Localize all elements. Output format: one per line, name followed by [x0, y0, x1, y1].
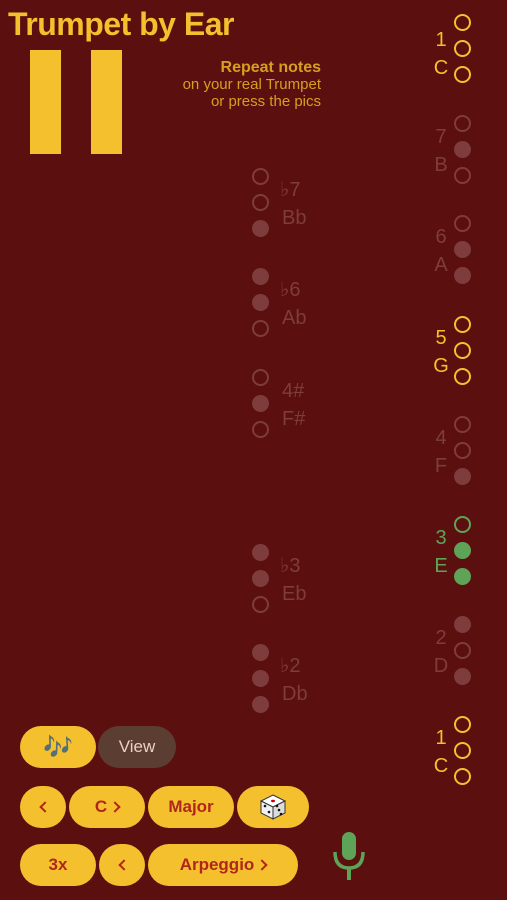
dice-icon	[259, 794, 287, 820]
valve-2	[454, 442, 471, 459]
chevron-left-icon	[118, 859, 130, 871]
note-degree: 5	[435, 327, 447, 349]
valve-3	[252, 421, 269, 438]
app-title: Trumpet by Ear	[8, 6, 234, 42]
microphone-icon[interactable]	[330, 830, 368, 882]
note-degree: 2	[435, 627, 447, 649]
valve-1	[454, 616, 471, 633]
valve-3	[454, 167, 471, 184]
note-degree: 4	[435, 427, 447, 449]
note-name: Db	[282, 683, 308, 705]
repeat-button[interactable]: 3x	[20, 844, 96, 886]
valve-1	[454, 316, 471, 333]
valve-3	[454, 368, 471, 385]
key-button[interactable]: C	[69, 786, 145, 828]
note-name: F#	[282, 408, 306, 430]
instruction-line-1: on your real Trumpet	[182, 76, 321, 93]
notes-button[interactable]: 🎶	[20, 726, 96, 768]
mode-label: Arpeggio	[179, 855, 255, 874]
note-degree: 4#	[282, 380, 305, 402]
note-degree: ♭7	[280, 179, 301, 201]
valve-3	[454, 66, 471, 83]
note-degree: ♭2	[280, 655, 301, 677]
note-degree: ♭6	[280, 279, 301, 301]
valve-3	[454, 468, 471, 485]
note-name: Ab	[282, 307, 307, 329]
note-name: F	[434, 455, 448, 477]
valve-2	[454, 241, 471, 258]
random-button[interactable]	[237, 786, 309, 828]
note-degree: 1	[435, 29, 447, 51]
valve-1	[252, 544, 269, 561]
music-notes-icon: 🎶	[43, 733, 73, 761]
valve-1	[454, 115, 471, 132]
valve-2	[252, 194, 269, 211]
valve-3	[252, 220, 269, 237]
repeat-label: 3x	[48, 855, 68, 874]
valve-1	[454, 516, 471, 533]
note-degree: 1	[435, 727, 447, 749]
valve-3	[252, 596, 269, 613]
valve-2	[454, 642, 471, 659]
valve-1	[454, 215, 471, 232]
chevron-right-icon	[109, 801, 121, 813]
note-name: G	[433, 355, 449, 377]
note-degree: ♭3	[280, 555, 301, 577]
valve-3	[454, 267, 471, 284]
key-prev-button[interactable]	[20, 786, 66, 828]
valve-2	[252, 395, 269, 412]
chevron-left-icon	[39, 801, 51, 813]
pause-button[interactable]	[30, 50, 122, 154]
valve-3	[252, 320, 269, 337]
view-label: View	[118, 737, 156, 756]
note-name: Eb	[282, 583, 307, 605]
mode-button[interactable]: Arpeggio	[148, 844, 298, 886]
valve-2	[454, 40, 471, 57]
scale-button[interactable]: Major	[148, 786, 234, 828]
valve-2	[252, 570, 269, 587]
note-name: E	[434, 555, 448, 577]
valve-2	[454, 742, 471, 759]
valve-1	[454, 14, 471, 31]
note-name: C	[433, 57, 449, 79]
valve-2	[454, 141, 471, 158]
note-name: B	[434, 154, 448, 176]
valve-3	[454, 668, 471, 685]
note-name: Bb	[282, 207, 307, 229]
valve-1	[252, 369, 269, 386]
note-name: C	[433, 755, 449, 777]
note-degree: 3	[435, 527, 447, 549]
valve-2	[252, 294, 269, 311]
note-degree: 7	[435, 126, 447, 148]
key-label: C	[94, 797, 108, 816]
note-degree: 6	[435, 226, 447, 248]
mode-prev-button[interactable]	[99, 844, 145, 886]
valve-2	[454, 342, 471, 359]
valve-1	[252, 268, 269, 285]
instruction-title: Repeat notes	[220, 59, 321, 76]
instructions: Repeat notes on your real Trumpet or pre…	[183, 59, 321, 110]
chevron-right-icon	[256, 859, 268, 871]
pause-bar-right	[91, 50, 122, 154]
note-name: A	[434, 254, 448, 276]
view-button[interactable]: View	[98, 726, 176, 768]
valve-1	[454, 716, 471, 733]
valve-2	[454, 542, 471, 559]
instruction-line-2: or press the pics	[210, 93, 321, 110]
note-name: D	[433, 655, 449, 677]
valve-3	[454, 568, 471, 585]
valve-3	[252, 696, 269, 713]
pause-bar-left	[30, 50, 61, 154]
valve-2	[252, 670, 269, 687]
valve-1	[252, 168, 269, 185]
valve-1	[454, 416, 471, 433]
valve-3	[454, 768, 471, 785]
valve-1	[252, 644, 269, 661]
scale-label: Major	[168, 797, 214, 816]
